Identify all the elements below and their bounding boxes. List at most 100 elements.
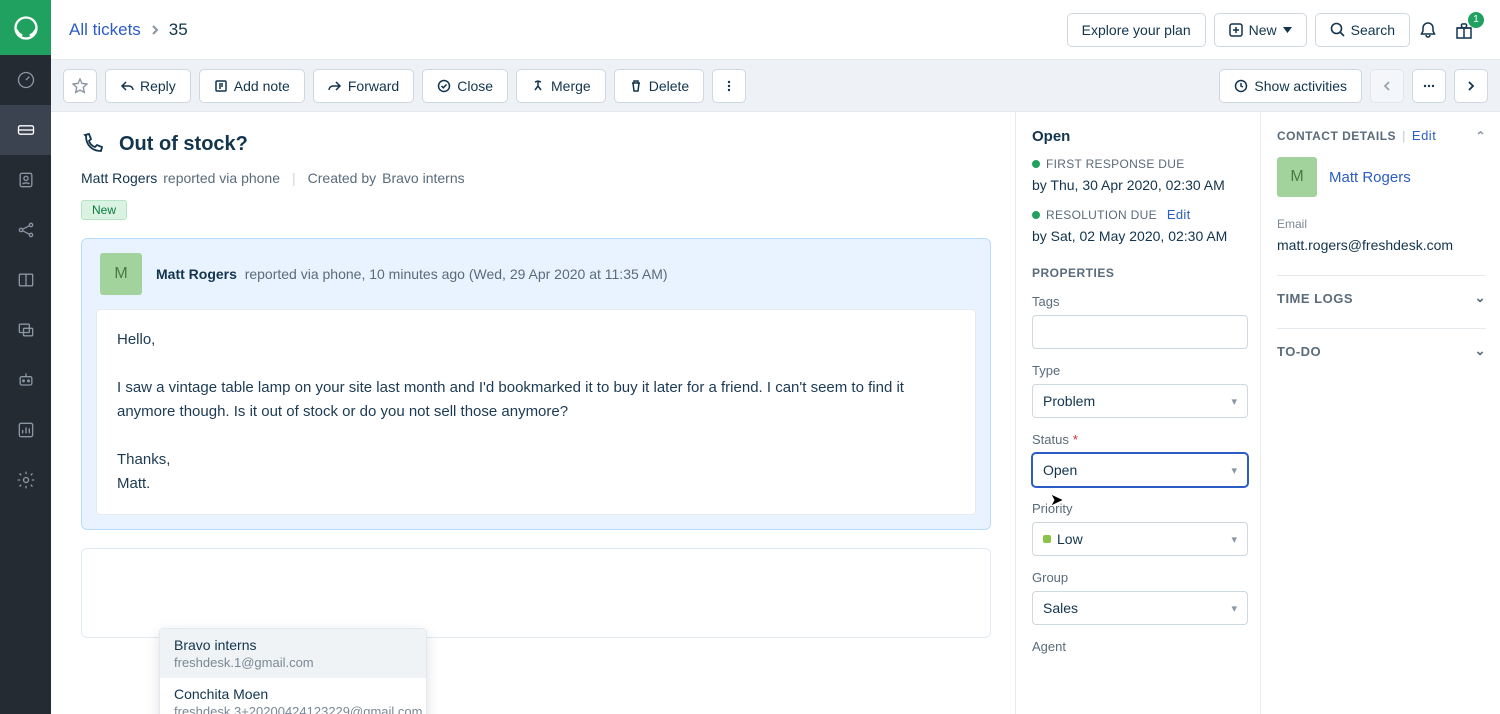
next-button[interactable] [1454,69,1488,103]
nav-reports[interactable] [0,405,51,455]
nav-rail [0,0,51,714]
status-badge: New [81,200,127,220]
reply-button[interactable]: Reply [105,69,191,103]
nav-solutions[interactable] [0,255,51,305]
type-select[interactable]: Problem▾ [1032,384,1248,418]
ticket-meta: Matt Rogers reported via phone | Created… [81,170,991,186]
search-icon [1330,22,1345,37]
plus-square-icon [1229,23,1243,37]
chevron-right-icon [151,24,159,36]
close-button[interactable]: Close [422,69,508,103]
chevron-down-icon: ▾ [1231,602,1237,615]
chevron-down-icon: ▾ [1231,395,1237,408]
tags-label: Tags [1032,294,1248,309]
properties-panel: Open FIRST RESPONSE DUE by Thu, 30 Apr 2… [1015,112,1260,714]
message-author[interactable]: Matt Rogers [156,266,237,282]
notifications-button[interactable] [1410,12,1446,48]
email-label: Email [1277,217,1486,231]
tags-input[interactable] [1032,315,1248,349]
message-card: M Matt Rogers reported via phone, 10 min… [81,238,991,530]
priority-select[interactable]: Low▾ [1032,522,1248,556]
contact-panel: CONTACT DETAILS | Edit ⌃ M Matt Rogers E… [1260,112,1500,714]
ticket-pane: Out of stock? Matt Rogers reported via p… [51,112,1015,714]
nav-forums[interactable] [0,305,51,355]
agent-label: Agent [1032,639,1248,654]
add-note-button[interactable]: Add note [199,69,305,103]
contact-header: CONTACT DETAILS [1277,129,1396,143]
nav-social[interactable] [0,205,51,255]
chevron-down-icon: ▾ [1231,464,1237,477]
explore-plan-button[interactable]: Explore your plan [1067,13,1206,47]
chevron-down-icon [1283,27,1292,33]
edit-resolution-link[interactable]: Edit [1167,207,1191,222]
edit-contact-link[interactable]: Edit [1412,128,1436,143]
action-toolbar: Reply Add note Forward Close Merge Delet… [51,60,1500,112]
group-label: Group [1032,570,1248,585]
chevron-right-icon [1466,80,1476,92]
nav-bots[interactable] [0,355,51,405]
forward-button[interactable]: Forward [313,69,414,103]
type-label: Type [1032,363,1248,378]
more-horizontal-icon [1422,79,1436,93]
avatar: M [100,253,142,295]
show-activities-button[interactable]: Show activities [1219,69,1362,103]
forward-icon [328,79,342,93]
merge-button[interactable]: Merge [516,69,606,103]
note-icon [214,79,228,93]
search-button[interactable]: Search [1315,13,1410,47]
contact-name-link[interactable]: Matt Rogers [1329,169,1411,186]
status-header: Open [1032,128,1248,145]
merge-icon [531,79,545,93]
nav-tickets[interactable] [0,105,51,155]
check-circle-icon [437,79,451,93]
message-body: Hello, I saw a vintage table lamp on you… [96,309,976,515]
breadcrumb: All tickets 35 [69,20,188,40]
first-response-value: by Thu, 30 Apr 2020, 02:30 AM [1032,177,1248,193]
chevron-left-icon [1382,80,1392,92]
todo-section[interactable]: TO-DO⌄ [1277,328,1486,359]
priority-dot-icon [1043,535,1051,543]
status-label: Status* [1032,432,1248,447]
timelogs-section[interactable]: TIME LOGS⌄ [1277,275,1486,306]
breadcrumb-id: 35 [169,20,188,40]
new-button[interactable]: New [1214,13,1307,47]
collapse-icon[interactable]: ⌃ [1475,129,1486,143]
phone-icon [81,132,105,156]
priority-label: Priority [1032,501,1248,516]
nav-contacts[interactable] [0,155,51,205]
status-select[interactable]: Open▾ [1032,453,1248,487]
expand-button[interactable] [1412,69,1446,103]
delete-button[interactable]: Delete [614,69,704,103]
chevron-down-icon: ⌄ [1475,290,1486,306]
gifts-button[interactable]: 1 [1446,12,1482,48]
reply-icon [120,79,134,93]
page-header: All tickets 35 Explore your plan New Sea… [51,0,1500,60]
requester-name[interactable]: Matt Rogers [81,170,157,186]
contact-avatar: M [1277,157,1317,197]
chevron-down-icon: ⌄ [1475,343,1486,359]
reply-editor[interactable] [81,548,991,638]
gift-badge: 1 [1468,12,1484,28]
resolution-value: by Sat, 02 May 2020, 02:30 AM [1032,228,1248,244]
trash-icon [629,79,643,93]
autocomplete-item[interactable]: Conchita Moen freshdesk.3+20200424123229… [160,678,426,714]
clock-icon [1234,79,1248,93]
mention-autocomplete: Bravo interns freshdesk.1@gmail.com Conc… [159,628,427,714]
nav-dashboard[interactable] [0,55,51,105]
ticket-subject: Out of stock? [119,133,248,156]
prev-button[interactable] [1370,69,1404,103]
contact-email: matt.rogers@freshdesk.com [1277,237,1486,253]
chevron-down-icon: ▾ [1231,533,1237,546]
nav-settings[interactable] [0,455,51,505]
app-logo[interactable] [0,0,51,55]
bell-icon [1418,20,1438,40]
status-dot-icon [1032,160,1040,168]
breadcrumb-root[interactable]: All tickets [69,20,141,40]
more-vertical-icon [722,79,736,93]
star-button[interactable] [63,69,97,103]
properties-title: PROPERTIES [1032,266,1248,280]
more-actions-button[interactable] [712,69,746,103]
group-select[interactable]: Sales▾ [1032,591,1248,625]
status-dot-icon [1032,211,1040,219]
autocomplete-item[interactable]: Bravo interns freshdesk.1@gmail.com [160,629,426,678]
